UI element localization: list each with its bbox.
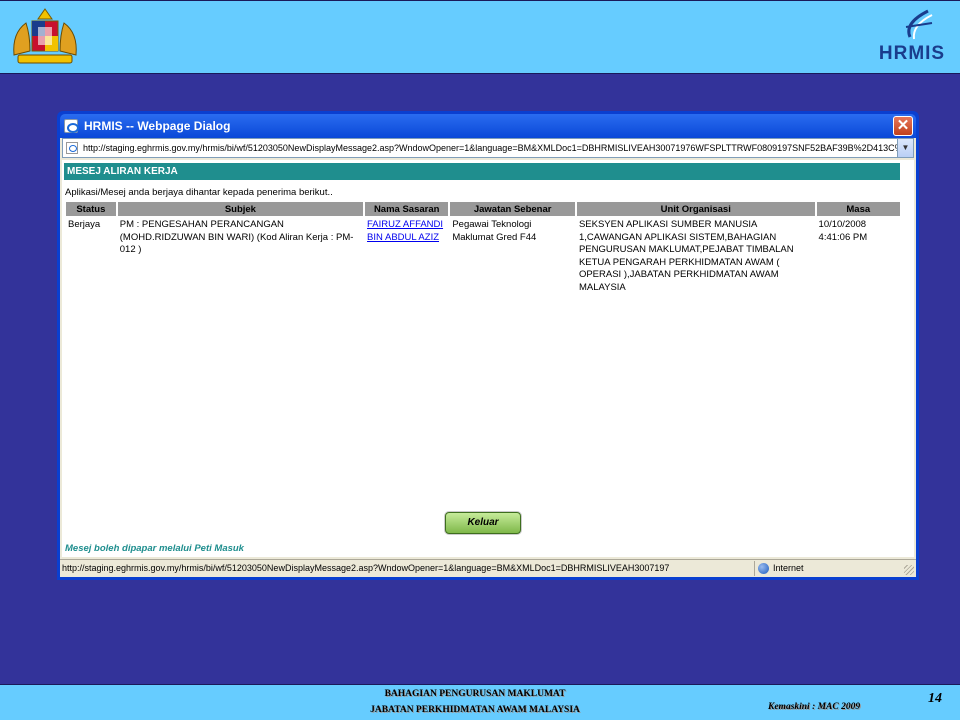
column-header-subjek: Subjek: [117, 202, 364, 216]
results-table: Status Subjek Nama Sasaran Jawatan Seben…: [64, 202, 902, 294]
cell-unit: SEKSYEN APLIKASI SUMBER MANUSIA 1,CAWANG…: [578, 219, 794, 293]
cell-status: Berjaya: [68, 219, 101, 230]
hrmis-logo-text: HRMIS: [878, 43, 946, 64]
cell-jawatan: Pegawai Teknologi Maklumat Gred F44: [452, 219, 537, 243]
hrmis-swoosh-icon: [905, 9, 933, 40]
cell-masa: 10/10/2008 4:41:06 PM: [818, 219, 868, 243]
column-header-nama-sasaran: Nama Sasaran: [365, 202, 449, 216]
keluar-button[interactable]: Keluar: [445, 512, 521, 534]
security-zone-label: Internet: [773, 563, 804, 573]
dialog-content: MESEJ ALIRAN KERJA Aplikasi/Mesej anda b…: [62, 160, 914, 557]
page-number: 14: [928, 691, 942, 706]
cell-subjek: PM : PENGESAHAN PERANCANGAN (MOHD.RIDZUW…: [119, 219, 354, 255]
footer-updated-date: Kemaskini : MAC 2009: [768, 702, 861, 712]
close-button[interactable]: ✕: [893, 116, 913, 136]
chevron-down-icon[interactable]: ▼: [897, 139, 913, 157]
address-bar[interactable]: http://staging.eghrmis.gov.my/hrmis/bi/w…: [62, 138, 914, 158]
hrmis-logo: HRMIS: [870, 5, 954, 67]
close-icon: ✕: [896, 117, 910, 134]
footer-banner: BAHAGIAN PENGURUSAN MAKLUMAT JABATAN PER…: [0, 684, 960, 720]
webpage-dialog: HRMIS -- Webpage Dialog ✕ http://staging…: [57, 111, 919, 580]
header-banner: HRMIS: [0, 0, 960, 74]
column-header-jawatan: Jawatan Sebenar: [450, 202, 575, 216]
recipient-link[interactable]: FAIRUZ AFFANDI BIN ABDUL AZIZ: [367, 219, 443, 243]
cell-nama-sasaran: FAIRUZ AFFANDI BIN ABDUL AZIZ: [365, 216, 448, 294]
column-header-masa: Masa: [816, 202, 900, 216]
footer-department: BAHAGIAN PENGURUSAN MAKLUMAT: [384, 689, 566, 699]
address-url: http://staging.eghrmis.gov.my/hrmis/bi/w…: [83, 143, 903, 153]
table-header-row: Status Subjek Nama Sasaran Jawatan Seben…: [66, 202, 900, 216]
dialog-title: HRMIS -- Webpage Dialog: [84, 119, 231, 133]
column-header-status: Status: [66, 202, 116, 216]
status-bar: http://staging.eghrmis.gov.my/hrmis/bi/w…: [60, 559, 916, 577]
security-zone[interactable]: Internet: [754, 561, 898, 576]
footnote-text: Mesej boleh dipapar melalui Peti Masuk: [65, 543, 244, 554]
globe-icon: [758, 563, 769, 574]
column-header-unit: Unit Organisasi: [576, 202, 815, 216]
dialog-titlebar[interactable]: HRMIS -- Webpage Dialog ✕: [60, 114, 916, 138]
ie-page-icon: [64, 119, 79, 133]
footer-agency: JABATAN PERKHIDMATAN AWAM MALAYSIA: [370, 705, 580, 715]
ie-page-icon: [66, 142, 78, 154]
resize-grip-icon[interactable]: [904, 565, 914, 575]
malaysia-coat-of-arms-icon: [13, 8, 77, 64]
table-row: Berjaya PM : PENGESAHAN PERANCANGAN (MOH…: [66, 216, 900, 294]
dialog-client-area: http://staging.eghrmis.gov.my/hrmis/bi/w…: [60, 138, 916, 577]
section-title: MESEJ ALIRAN KERJA: [64, 163, 900, 180]
status-url: http://staging.eghrmis.gov.my/hrmis/bi/w…: [62, 563, 670, 573]
notice-text: Aplikasi/Mesej anda berjaya dihantar kep…: [65, 187, 333, 198]
